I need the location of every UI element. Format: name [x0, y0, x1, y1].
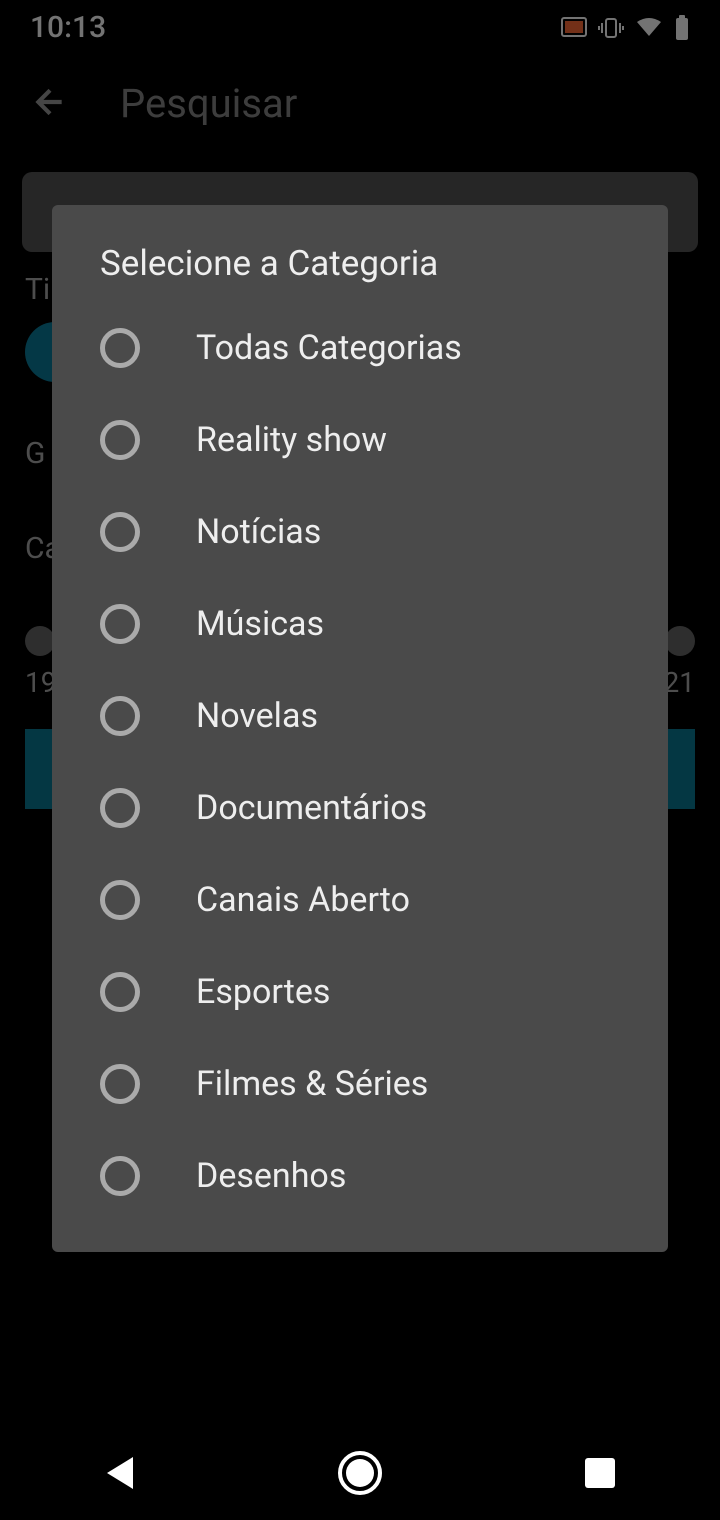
- option-label: Canais Aberto: [196, 880, 410, 920]
- option-label: Reality show: [196, 420, 387, 460]
- option-desenhos[interactable]: Desenhos: [52, 1130, 668, 1222]
- option-label: Novelas: [196, 696, 318, 736]
- option-musicas[interactable]: Músicas: [52, 578, 668, 670]
- circle-home-icon: [338, 1451, 382, 1495]
- option-label: Notícias: [196, 512, 321, 552]
- radio-icon: [100, 512, 140, 552]
- radio-icon: [100, 1156, 140, 1196]
- option-todas-categorias[interactable]: Todas Categorias: [52, 302, 668, 394]
- option-noticias[interactable]: Notícias: [52, 486, 668, 578]
- option-label: Esportes: [196, 972, 330, 1012]
- nav-back-button[interactable]: [98, 1451, 142, 1495]
- nav-home-button[interactable]: [338, 1451, 382, 1495]
- option-canais-aberto[interactable]: Canais Aberto: [52, 854, 668, 946]
- option-novelas[interactable]: Novelas: [52, 670, 668, 762]
- radio-icon: [100, 328, 140, 368]
- radio-icon: [100, 972, 140, 1012]
- navigation-bar: [0, 1425, 720, 1520]
- option-esportes[interactable]: Esportes: [52, 946, 668, 1038]
- option-label: Desenhos: [196, 1156, 346, 1196]
- dialog-title: Selecione a Categoria: [52, 243, 668, 302]
- radio-icon: [100, 1064, 140, 1104]
- option-label: Todas Categorias: [196, 328, 462, 368]
- option-documentarios[interactable]: Documentários: [52, 762, 668, 854]
- radio-icon: [100, 788, 140, 828]
- radio-icon: [100, 880, 140, 920]
- option-reality-show[interactable]: Reality show: [52, 394, 668, 486]
- modal-overlay[interactable]: Selecione a Categoria Todas Categorias R…: [0, 0, 720, 1520]
- nav-recent-button[interactable]: [578, 1451, 622, 1495]
- radio-icon: [100, 696, 140, 736]
- option-list: Todas Categorias Reality show Notícias M…: [52, 302, 668, 1222]
- square-recent-icon: [585, 1458, 615, 1488]
- option-label: Documentários: [196, 788, 427, 828]
- category-dialog: Selecione a Categoria Todas Categorias R…: [52, 205, 668, 1252]
- radio-icon: [100, 604, 140, 644]
- radio-icon: [100, 420, 140, 460]
- option-filmes-series[interactable]: Filmes & Séries: [52, 1038, 668, 1130]
- option-label: Filmes & Séries: [196, 1064, 428, 1104]
- triangle-back-icon: [107, 1457, 133, 1489]
- option-label: Músicas: [196, 604, 324, 644]
